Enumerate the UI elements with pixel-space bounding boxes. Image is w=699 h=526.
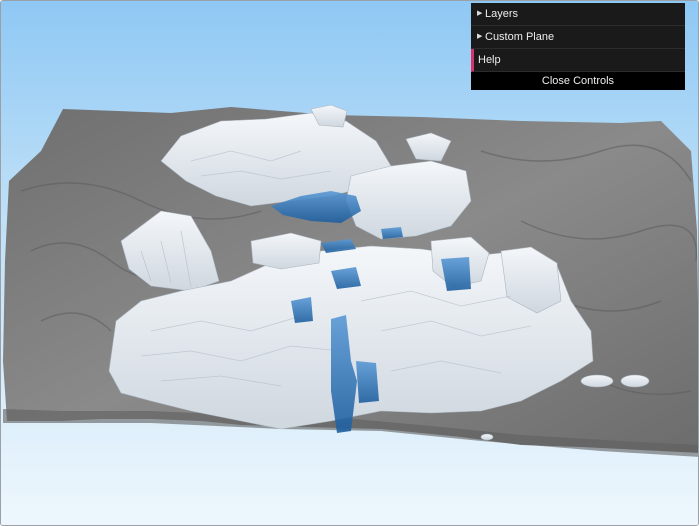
layers-folder[interactable]: ▶ Layers	[471, 3, 685, 26]
custom-plane-folder[interactable]: ▶ Custom Plane	[471, 26, 685, 49]
custom-plane-label: Custom Plane	[485, 31, 555, 43]
close-controls-button[interactable]: Close Controls	[471, 72, 685, 90]
layers-label: Layers	[485, 8, 519, 20]
triangle-right-icon: ▶	[477, 10, 483, 17]
controls-panel: ▶ Layers ▶ Custom Plane Help Close Contr…	[471, 3, 685, 90]
help-label: Help	[478, 54, 501, 66]
3d-scene-viewport[interactable]: ▶ Layers ▶ Custom Plane Help Close Contr…	[0, 0, 699, 526]
help-button[interactable]: Help	[471, 49, 685, 72]
triangle-right-icon: ▶	[477, 33, 483, 40]
